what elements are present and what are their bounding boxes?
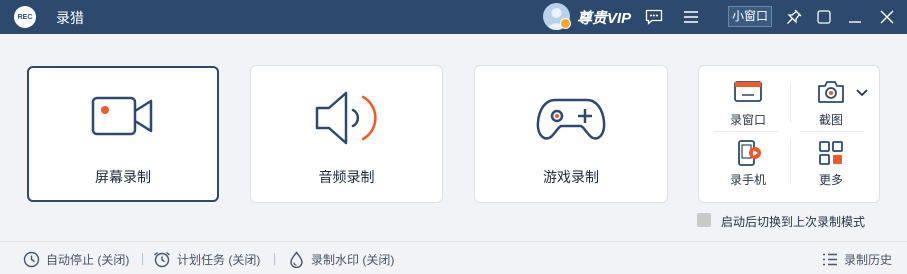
startup-mode-label[interactable]: 启动后切换到上次录制模式 [721, 213, 865, 230]
audio-record-card[interactable]: 音频录制 [250, 65, 443, 203]
pin-icon [787, 9, 802, 24]
window-icon [734, 81, 762, 102]
close-button[interactable] [877, 7, 897, 27]
tools-divider-vertical-bottom [790, 140, 791, 184]
record-window-label: 录窗口 [729, 113, 766, 127]
close-icon [880, 10, 894, 24]
list-icon [823, 253, 837, 265]
game-record-card[interactable]: 游戏录制 [474, 65, 668, 203]
app-title: 录猎 [56, 10, 84, 26]
more-tools-button[interactable]: 更多 [801, 139, 861, 195]
restore-button[interactable] [814, 7, 834, 27]
bottom-separator-1 [142, 253, 143, 265]
schedule-task-button[interactable]: 计划任务 (关闭) [153, 250, 260, 268]
game-record-label: 游戏录制 [543, 169, 599, 185]
screen-record-label: 屏幕录制 [95, 169, 151, 185]
record-window-button[interactable]: 录窗口 [718, 79, 778, 135]
video-camera-icon [91, 96, 153, 136]
pin-button[interactable] [784, 7, 804, 27]
bottom-bar: 自动停止 (关闭) 计划任务 (关闭) 录制水印 (关闭) 录制历史 [0, 241, 907, 274]
feedback-button[interactable] [644, 7, 664, 27]
clock-icon [23, 251, 40, 267]
schedule-task-label: 计划任务 (关闭) [177, 252, 261, 267]
record-history-button[interactable]: 录制历史 [822, 250, 892, 268]
auto-stop-label: 自动停止 (关闭) [46, 252, 130, 267]
speaker-icon [315, 91, 377, 145]
audio-record-label: 音频录制 [318, 169, 375, 185]
water-drop-icon [290, 250, 303, 268]
mini-window-button[interactable]: 小窗口 [728, 6, 773, 27]
tools-divider-vertical-top [790, 84, 791, 122]
phone-icon [738, 140, 761, 166]
app-logo: REC [14, 6, 36, 28]
record-history-label: 录制历史 [844, 252, 893, 267]
restore-icon [817, 10, 831, 24]
vip-badge-icon [560, 18, 571, 29]
alarm-clock-icon [154, 251, 170, 267]
screenshot-label: 截图 [818, 113, 843, 127]
more-tools-label: 更多 [818, 173, 843, 187]
expand-tools-button[interactable] [852, 83, 872, 103]
bottom-separator-2 [274, 253, 275, 265]
app-logo-text: REC [17, 13, 33, 21]
camera-icon [818, 81, 844, 103]
minimize-button[interactable] [845, 7, 865, 27]
startup-mode-checkbox[interactable] [697, 213, 711, 227]
screen-record-card[interactable]: 屏幕录制 [27, 66, 219, 202]
auto-stop-button[interactable]: 自动停止 (关闭) [23, 250, 129, 268]
record-phone-label: 录手机 [729, 173, 766, 187]
chat-icon [645, 9, 663, 25]
vip-label[interactable]: 尊贵VIP [577, 7, 631, 28]
minimize-icon [849, 21, 861, 23]
menu-button[interactable] [681, 7, 701, 27]
watermark-button[interactable]: 录制水印 (关闭) [288, 250, 394, 268]
grid-icon [819, 141, 843, 165]
menu-icon [684, 11, 698, 23]
title-bar: REC 录猎 尊贵VIP 小窗口 [0, 0, 907, 34]
chevron-down-icon [856, 89, 868, 97]
gamepad-icon [536, 98, 606, 140]
record-phone-button[interactable]: 录手机 [718, 139, 778, 195]
watermark-label: 录制水印 (关闭) [311, 252, 395, 267]
